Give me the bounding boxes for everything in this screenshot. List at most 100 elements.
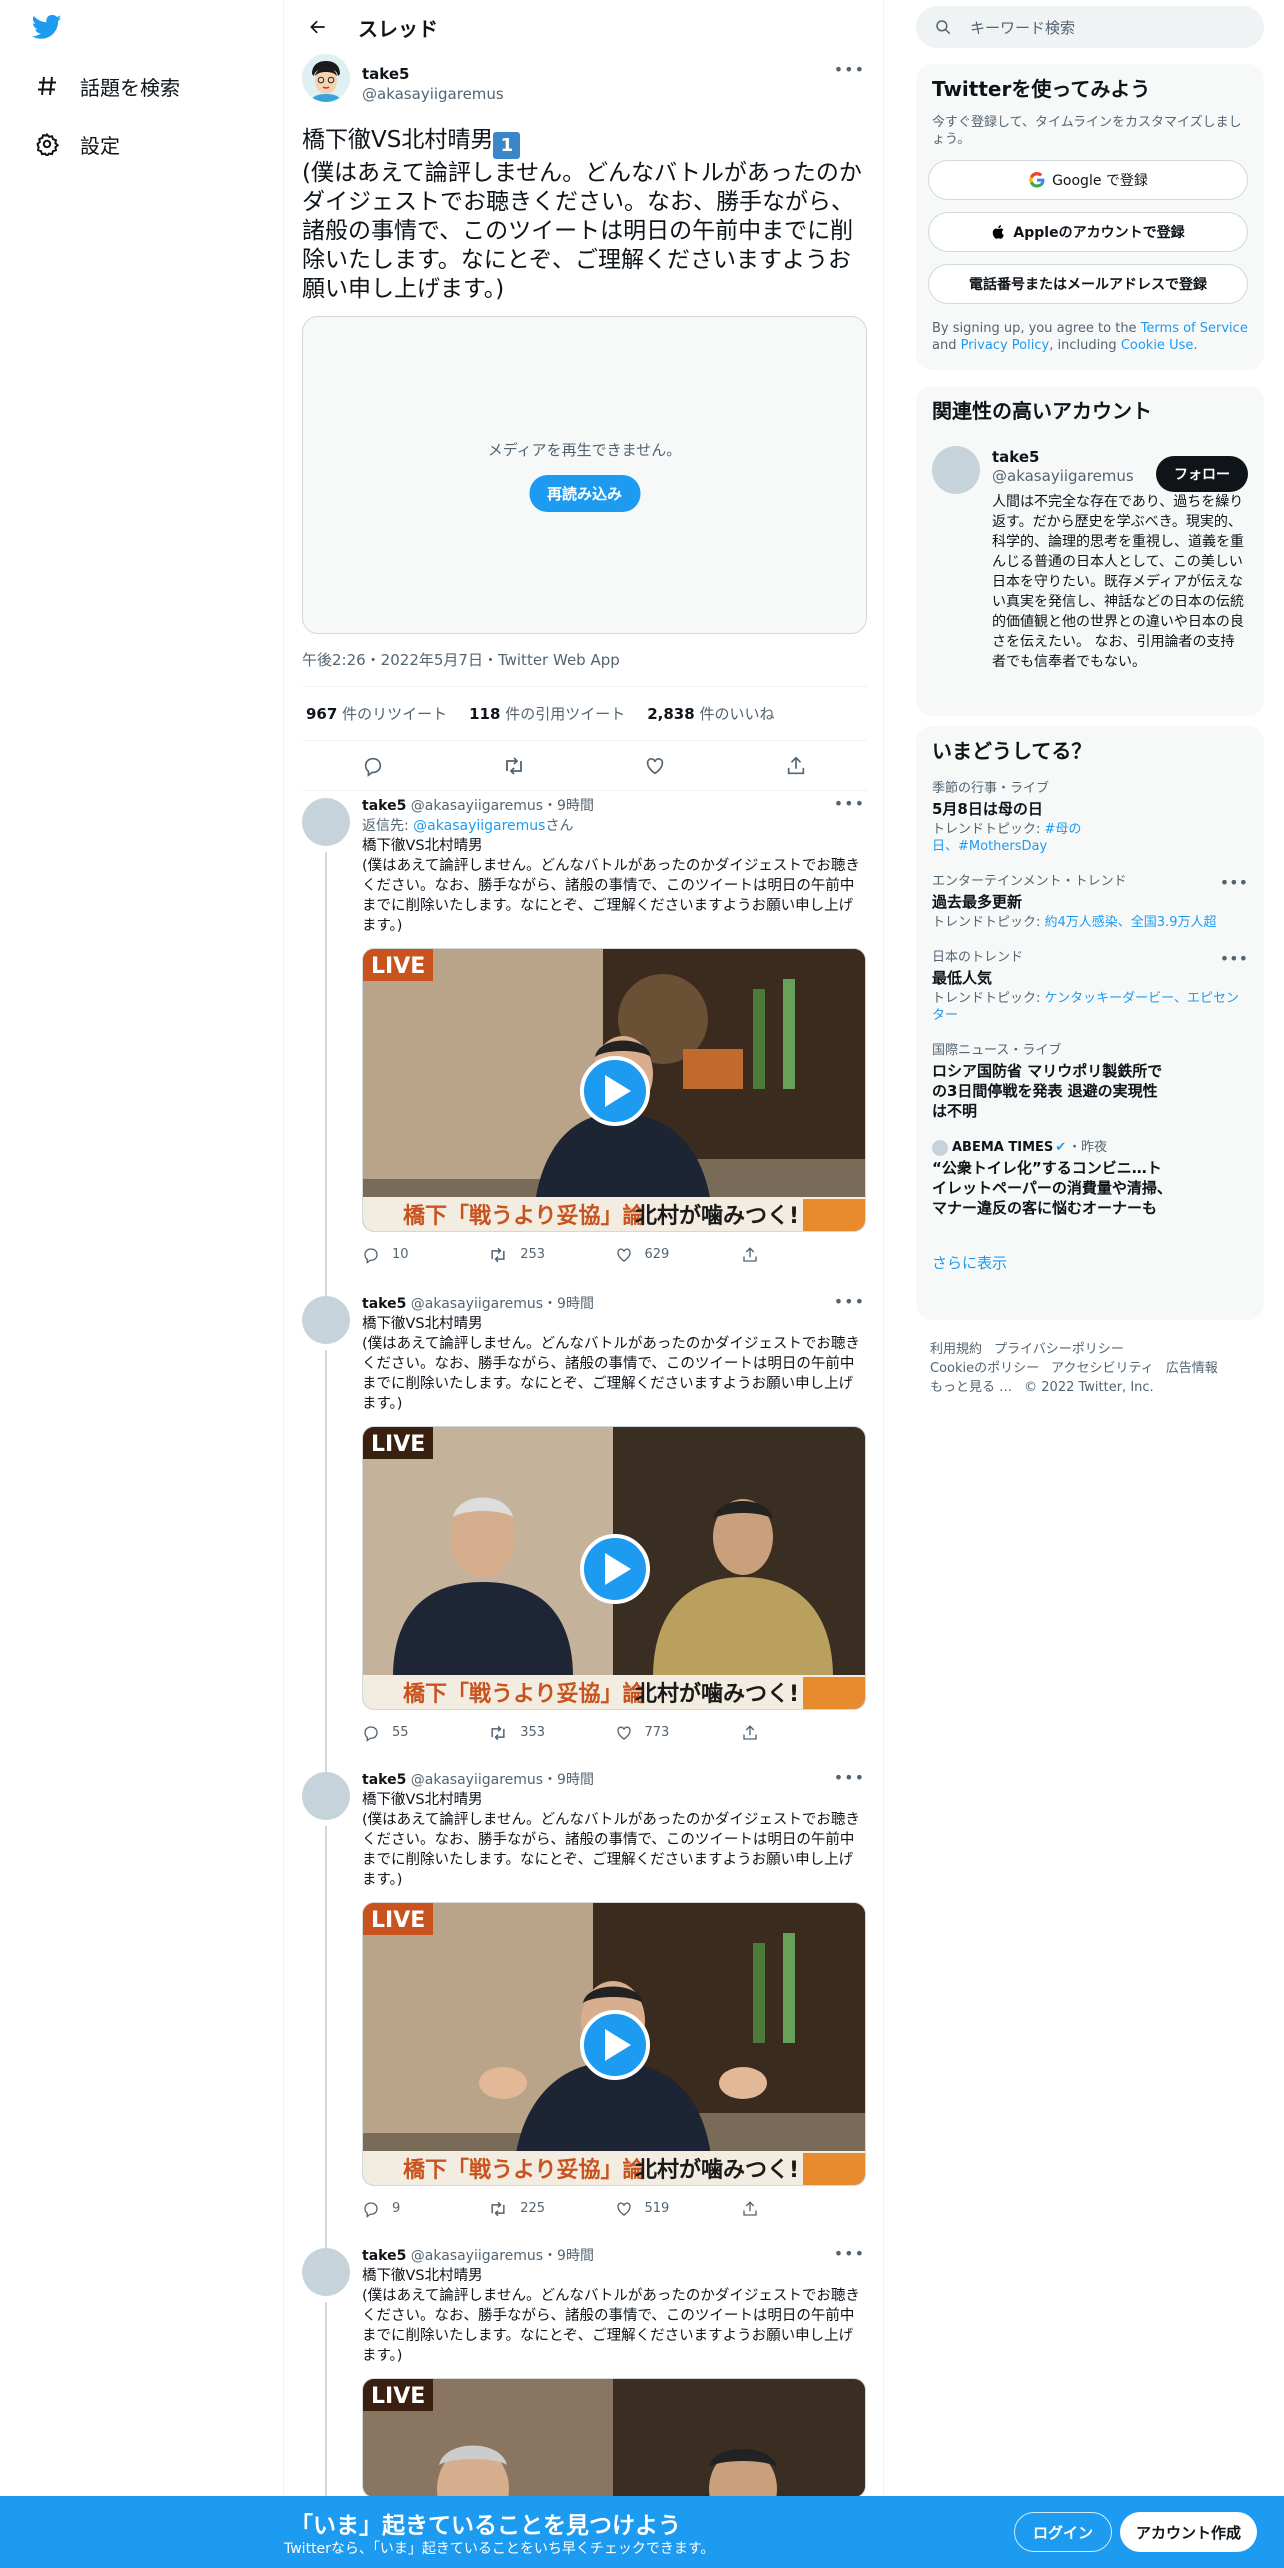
nav-settings[interactable]: 設定: [34, 124, 120, 164]
user-name[interactable]: take5: [362, 1772, 406, 1788]
more-icon[interactable]: •••: [1220, 873, 1248, 892]
share-icon[interactable]: [783, 753, 809, 779]
footer-link[interactable]: アクセシビリティ: [1051, 1361, 1154, 1376]
avatar[interactable]: [302, 54, 350, 102]
avatar[interactable]: [932, 446, 980, 494]
trend-item[interactable]: 季節の行事・ライブ 5月8日は母の日 トレンドトピック: #母の日、#Mothe…: [916, 780, 1264, 855]
tweet-text: 橋下徹VS北村晴男 (僕はあえて論評しません。どんなバトルがあったのかダイジェス…: [362, 1316, 860, 1412]
reply-tweet[interactable]: take5 @akasayiigaremus・9時間 ••• 返信先: @akas…: [286, 790, 883, 1312]
user-name[interactable]: take5: [362, 1296, 406, 1312]
more-icon[interactable]: •••: [834, 1768, 865, 1788]
reply-to-link[interactable]: @akasayiigaremus: [413, 818, 545, 834]
tweet-actions: [302, 741, 867, 791]
copyright: © 2022 Twitter, Inc.: [1024, 1380, 1154, 1395]
more-icon[interactable]: •••: [834, 2244, 865, 2264]
footer-links: 利用規約 プライバシーポリシー Cookieのポリシー アクセシビリティ 広告情報 も…: [930, 1340, 1250, 1397]
trend-item[interactable]: 日本のトレンド ••• 最低人気 トレンドトピック: ケンタッキーダービー、エピ…: [916, 949, 1264, 1024]
like-icon[interactable]: [642, 753, 668, 779]
trend-item[interactable]: ABEMA TIMES ✔ ・昨夜 “公衆トイレ化”するコンビニ…トイレットペーパー…: [916, 1139, 1264, 1218]
terms-link[interactable]: Terms of Service: [1141, 321, 1248, 336]
apple-icon: [991, 224, 1007, 240]
retweet-button[interactable]: 225: [488, 2199, 614, 2219]
user-handle[interactable]: @akasayiigaremus・9時間: [411, 2248, 594, 2264]
reply-tweet[interactable]: take5 @akasayiigaremus・9時間 ••• 橋下徹VS北村晴男 …: [286, 2240, 883, 2502]
reply-button[interactable]: 55: [362, 1723, 488, 1743]
signup-panel: Twitterを使ってみよう 今すぐ登録して、タイムラインをカスタマイズしましょ…: [916, 64, 1264, 370]
tweet-text: 橋下徹VS北村晴男 (僕はあえて論評しません。どんなバトルがあったのかダイジェス…: [362, 1792, 860, 1888]
video-thumbnail[interactable]: 橋下「戦うより妥協」論 北村が噛みつく! LIVE: [362, 1902, 866, 2186]
thumb-caption-right: 北村が噛みつく!: [635, 1681, 799, 1707]
retweet-button[interactable]: 253: [488, 1245, 614, 1265]
apple-signup-button[interactable]: Appleのアカウントで登録: [928, 212, 1248, 252]
tweet-stats: 967 件のリツイート 118 件の引用ツイート 2,838 件のいいね: [302, 687, 867, 741]
thread-line: [325, 1826, 327, 2256]
user-name[interactable]: take5: [362, 64, 504, 84]
nav-explore-label: 話題を検索: [80, 75, 180, 100]
retweet-count-link[interactable]: 967 件のリツイート: [306, 703, 447, 724]
back-arrow-icon[interactable]: [300, 9, 336, 45]
thread-line: [325, 852, 327, 1312]
twitter-logo-icon[interactable]: [30, 12, 66, 44]
like-button[interactable]: 629: [615, 1245, 741, 1265]
share-button[interactable]: [741, 1246, 867, 1264]
video-thumbnail[interactable]: 橋下「戦うより妥協」論 北村が噛みつく! LIVE: [362, 948, 866, 1232]
search-input[interactable]: キーワード検索: [916, 6, 1264, 48]
footer-link[interactable]: Cookieのポリシー: [930, 1361, 1039, 1376]
avatar[interactable]: [302, 1772, 350, 1820]
gear-icon: [34, 131, 60, 157]
like-button[interactable]: 519: [615, 2199, 741, 2219]
avatar[interactable]: [302, 798, 350, 846]
thread-line: [325, 2302, 327, 2502]
reply-tweet[interactable]: take5 @akasayiigaremus・9時間 ••• 橋下徹VS北村晴男 …: [286, 1764, 883, 2256]
footer-more-link[interactable]: もっと見る …: [930, 1380, 1012, 1395]
avatar[interactable]: [302, 2248, 350, 2296]
banner-subtext: Twitterなら、「いま」起きていることをいち早くチェックできます。: [284, 2541, 715, 2557]
signup-subtitle: 今すぐ登録して、タイムラインをカスタマイズしましょう。: [932, 115, 1242, 147]
user-handle[interactable]: @akasayiigaremus・9時間: [411, 1296, 594, 1312]
show-more-link[interactable]: さらに表示: [916, 1236, 1264, 1289]
nav-explore[interactable]: 話題を検索: [34, 66, 180, 106]
tweet-header: take5 @akasayiigaremus •••: [302, 54, 867, 110]
google-signup-button[interactable]: Google で登録: [928, 160, 1248, 200]
more-icon[interactable]: •••: [834, 60, 865, 79]
more-icon[interactable]: •••: [1220, 949, 1248, 968]
cookie-link[interactable]: Cookie Use: [1121, 338, 1194, 353]
user-name[interactable]: take5: [362, 2248, 406, 2264]
more-icon[interactable]: •••: [834, 1292, 865, 1312]
reply-button[interactable]: 10: [362, 1245, 488, 1265]
video-thumbnail[interactable]: 橋下「戦うより妥協」論 北村が噛みつく! LIVE: [362, 1426, 866, 1710]
reply-tweet[interactable]: take5 @akasayiigaremus・9時間 ••• 橋下徹VS北村晴男 …: [286, 1288, 883, 1780]
more-icon[interactable]: •••: [834, 794, 865, 814]
like-button[interactable]: 773: [615, 1723, 741, 1743]
avatar[interactable]: [302, 1296, 350, 1344]
user-handle[interactable]: @akasayiigaremus: [992, 467, 1134, 486]
footer-link[interactable]: プライバシーポリシー: [994, 1342, 1124, 1357]
phone-email-signup-button[interactable]: 電話番号またはメールアドレスで登録: [928, 264, 1248, 304]
user-handle[interactable]: @akasayiigaremus・9時間: [411, 798, 594, 814]
user-name[interactable]: take5: [992, 448, 1134, 467]
video-thumbnail[interactable]: LIVE: [362, 2378, 866, 2498]
footer-link[interactable]: 利用規約: [930, 1342, 982, 1357]
reply-icon[interactable]: [360, 753, 386, 779]
retweet-icon[interactable]: [501, 753, 527, 779]
login-button[interactable]: ログイン: [1014, 2512, 1113, 2552]
share-button[interactable]: [741, 2200, 867, 2218]
like-count-link[interactable]: 2,838 件のいいね: [647, 703, 774, 724]
tweet-meta[interactable]: 午後2:26・2022年5月7日・Twitter Web App: [302, 650, 867, 687]
quote-count-link[interactable]: 118 件の引用ツイート: [469, 703, 625, 724]
retweet-button[interactable]: 353: [488, 1723, 614, 1743]
reply-button[interactable]: 9: [362, 2199, 488, 2219]
share-button[interactable]: [741, 1724, 867, 1742]
user-handle[interactable]: @akasayiigaremus: [362, 84, 504, 104]
trend-item[interactable]: 国際ニュース・ライブ ロシア国防省 マリウポリ製鉄所での3日間停戦を発表 退避の…: [916, 1042, 1264, 1121]
user-name[interactable]: take5: [362, 798, 406, 814]
tweet-body: (僕はあえて論評しません。どんなバトルがあったのかダイジェストでお聴きください。…: [302, 160, 862, 302]
footer-link[interactable]: 広告情報: [1166, 1361, 1218, 1376]
signup-button[interactable]: アカウント作成: [1120, 2512, 1258, 2552]
trend-item[interactable]: エンターテインメント・トレンド ••• 過去最多更新 トレンドトピック: 約4万…: [916, 873, 1264, 931]
user-handle[interactable]: @akasayiigaremus・9時間: [411, 1772, 594, 1788]
privacy-link[interactable]: Privacy Policy: [961, 338, 1050, 353]
follow-button[interactable]: フォロー: [1156, 456, 1248, 492]
reload-button[interactable]: 再読み込み: [528, 475, 641, 512]
user-bio: 人間は不完全な存在であり、過ちを繰り返す。だから歴史を学ぶべき。現実的、科学的、…: [992, 494, 1244, 670]
